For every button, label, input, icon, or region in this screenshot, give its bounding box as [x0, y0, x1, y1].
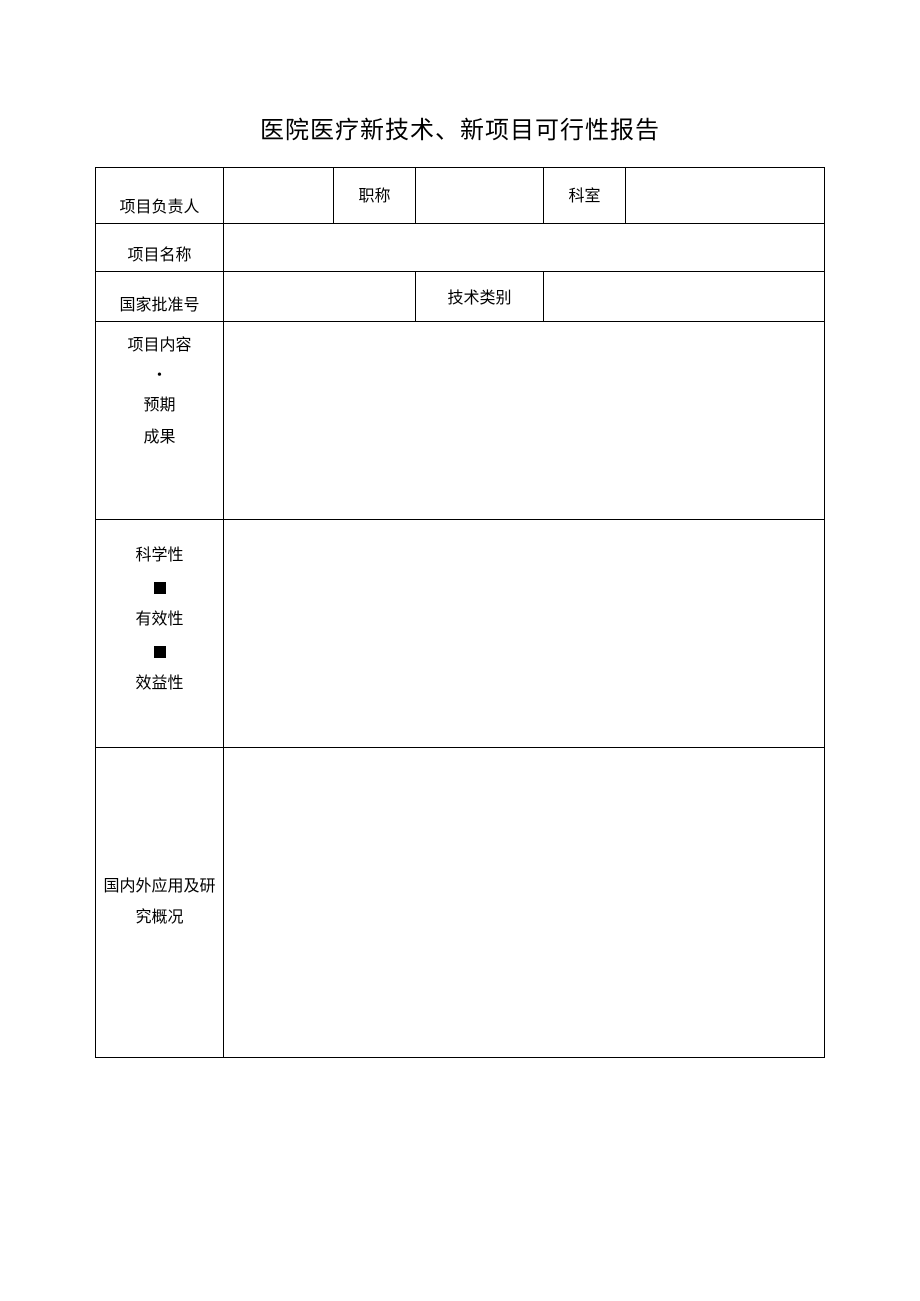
- value-validity: [224, 520, 825, 748]
- label-content-results-line2: 预期: [100, 390, 219, 422]
- label-effective: 有效性: [100, 604, 219, 636]
- row-content-results: 项目内容 • 预期 成果: [96, 322, 825, 520]
- row-leader: 项目负责人 职称 科室: [96, 168, 825, 224]
- label-content-results-line1: 项目内容: [100, 330, 219, 362]
- label-national-approval: 国家批准号: [96, 272, 224, 322]
- value-research-overview: [224, 748, 825, 1058]
- value-professional-title: [416, 168, 544, 224]
- square-icon: [100, 572, 219, 604]
- label-department: 科室: [544, 168, 626, 224]
- label-project-name: 项目名称: [96, 224, 224, 272]
- form-table: 项目负责人 职称 科室 项目名称 国家批准号 技术类别 项目内容 • 预期 成: [95, 167, 825, 1058]
- row-approval: 国家批准号 技术类别: [96, 272, 825, 322]
- label-tech-category: 技术类别: [416, 272, 544, 322]
- label-research-overview-line1: 国内外应用及研: [100, 872, 219, 902]
- value-department: [626, 168, 825, 224]
- row-validity: 科学性 有效性 效益性: [96, 520, 825, 748]
- label-research-overview-line2: 究概况: [100, 903, 219, 933]
- value-content-results: [224, 322, 825, 520]
- label-project-leader: 项目负责人: [96, 168, 224, 224]
- square-icon: [100, 636, 219, 668]
- value-national-approval: [224, 272, 416, 322]
- page-title: 医院医疗新技术、新项目可行性报告: [95, 110, 825, 145]
- label-content-results: 项目内容 • 预期 成果: [96, 322, 224, 520]
- document-page: 医院医疗新技术、新项目可行性报告 项目负责人 职称 科室 项目名称 国家批准号: [0, 0, 920, 1058]
- row-project-name: 项目名称: [96, 224, 825, 272]
- label-benefit: 效益性: [100, 668, 219, 700]
- label-content-results-line3: 成果: [100, 422, 219, 454]
- value-tech-category: [544, 272, 825, 322]
- label-scientific: 科学性: [100, 540, 219, 572]
- bullet-icon: •: [100, 362, 219, 390]
- label-research-overview: 国内外应用及研 究概况: [96, 748, 224, 1058]
- label-professional-title: 职称: [334, 168, 416, 224]
- value-project-leader: [224, 168, 334, 224]
- label-validity: 科学性 有效性 效益性: [96, 520, 224, 748]
- row-research-overview: 国内外应用及研 究概况: [96, 748, 825, 1058]
- value-project-name: [224, 224, 825, 272]
